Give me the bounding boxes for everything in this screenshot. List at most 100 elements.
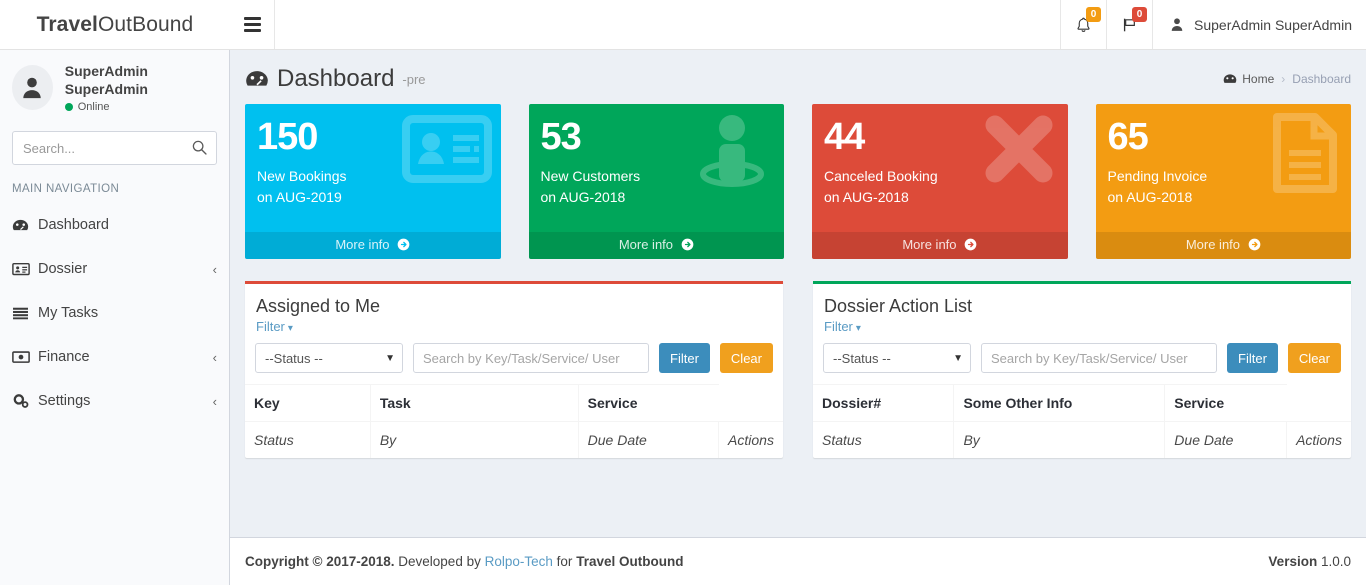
user-menu-button[interactable]: SuperAdmin SuperAdmin — [1152, 0, 1366, 49]
panels-row: Assigned to Me Filter ▾ --Status -- ▼ Se… — [245, 281, 1351, 458]
panel-filter-row: --Status -- ▼ Filter Clear — [245, 343, 783, 384]
table-body: Status By Due Date Actions — [245, 421, 783, 458]
sidebar-item-dossier[interactable]: Dossier ‹ — [0, 247, 229, 291]
brand-logo[interactable]: TravelOutBound — [0, 0, 230, 50]
info-box-canceled-booking: 44 Canceled Booking on AUG-2018 More inf… — [812, 104, 1068, 259]
dashboard-icon — [1223, 74, 1237, 83]
table-header-cell: Service — [1164, 384, 1287, 422]
footer-right: Version 1.0.0 — [1268, 554, 1351, 569]
info-box-sub: on AUG-2018 — [824, 189, 909, 205]
user-avatar-icon — [23, 77, 42, 99]
status-select-wrapper: --Status -- ▼ — [255, 343, 403, 373]
chevron-left-icon: ‹ — [212, 393, 217, 409]
flags-button[interactable]: 0 — [1106, 0, 1152, 49]
navbar-user-name: SuperAdmin SuperAdmin — [1194, 16, 1352, 33]
brand-bold: Travel — [36, 12, 98, 36]
breadcrumb: Home › Dashboard — [1223, 72, 1351, 86]
breadcrumb-current: Dashboard — [1292, 72, 1351, 86]
chevron-left-icon: ‹ — [212, 261, 217, 277]
table-cell-status: Status — [245, 421, 371, 458]
info-box-number: 65 — [1107, 116, 1149, 158]
info-box-label: New Bookings — [257, 168, 347, 184]
table-header-cell: Some Other Info — [953, 384, 1166, 422]
notifications-button[interactable]: 0 — [1060, 0, 1106, 49]
filter-button[interactable]: Filter — [659, 343, 710, 373]
more-info-label: More info — [335, 237, 390, 252]
sidebar-item-label: My Tasks — [38, 305, 99, 321]
sidebar-item-finance[interactable]: Finance ‹ — [0, 335, 229, 379]
clear-button[interactable]: Clear — [719, 343, 773, 373]
sidebar-item-label: Finance — [38, 349, 90, 365]
sidebar-item-my-tasks[interactable]: My Tasks — [0, 291, 229, 335]
page-title: Dashboard -pre — [245, 65, 1351, 93]
app-root: TravelOutBound 0 0 SuperAdmin SuperAdmin… — [0, 0, 1366, 585]
info-box-inner: 53 New Customers on AUG-2018 — [529, 104, 785, 212]
arrow-circle-right-icon — [1248, 238, 1261, 254]
sidebar-user-status-label: Online — [77, 101, 110, 113]
sidebar-user-name: SuperAdmin SuperAdmin — [64, 63, 148, 97]
table-cell-by: By — [370, 421, 579, 458]
notifications-badge: 0 — [1086, 7, 1102, 22]
arrow-circle-right-icon — [681, 238, 694, 254]
dashboard-icon — [12, 218, 38, 233]
id-card-icon — [12, 262, 38, 276]
footer-for: for — [556, 554, 573, 569]
filter-button[interactable]: Filter — [1227, 343, 1278, 373]
tasks-icon — [12, 306, 38, 321]
panel-dossier-action-list: Dossier Action List Filter ▾ --Status -- … — [813, 281, 1351, 458]
clear-button[interactable]: Clear — [1287, 343, 1341, 373]
more-info-label: More info — [1185, 237, 1241, 252]
panel-search-input[interactable] — [413, 343, 650, 373]
sidebar-user-info: SuperAdmin SuperAdmin Online — [64, 62, 219, 113]
sidebar-toggle-button[interactable] — [230, 0, 275, 49]
footer-copyright: Copyright © 2017-2018. — [245, 554, 395, 569]
gears-icon — [12, 393, 38, 409]
page-footer: Copyright © 2017-2018. Developed by Rolp… — [230, 537, 1366, 585]
dossier-action-list-table: Dossier# Some Other Info Service Status … — [813, 384, 1351, 458]
assigned-to-me-table: Key Task Service Status By Due Date Acti… — [245, 384, 783, 458]
panel-search-input[interactable] — [981, 343, 1218, 373]
sidebar-user-panel[interactable]: SuperAdmin SuperAdmin Online — [0, 50, 229, 125]
table-cell-due-date: Due Date — [1164, 421, 1288, 458]
page-subtitle: -pre — [402, 71, 426, 87]
table-header-row: Dossier# Some Other Info Service — [813, 384, 1351, 422]
more-info-link[interactable]: More info — [528, 232, 784, 259]
sidebar-item-dashboard[interactable]: Dashboard — [0, 203, 229, 247]
content-wrapper: Dashboard -pre Home › Dashboard 150 New … — [230, 50, 1366, 537]
table-cell-actions: Actions — [1286, 421, 1351, 458]
table-head: Key Task Service — [245, 384, 783, 422]
footer-developed-by: Developed by — [398, 554, 481, 569]
more-info-link[interactable]: More info — [245, 232, 501, 259]
avatar — [12, 65, 53, 110]
status-select[interactable]: --Status -- — [823, 343, 971, 373]
footer-version-value: 1.0.0 — [1320, 554, 1351, 569]
chevron-left-icon: ‹ — [212, 349, 217, 365]
status-select[interactable]: --Status -- — [255, 343, 403, 373]
panel-filter-row: --Status -- ▼ Filter Clear — [813, 343, 1351, 384]
footer-version-label: Version — [1268, 554, 1318, 569]
more-info-link[interactable]: More info — [1095, 232, 1351, 259]
panel-assigned-to-me: Assigned to Me Filter ▾ --Status -- ▼ Se… — [245, 281, 783, 458]
sidebar-item-label: Settings — [38, 393, 91, 409]
panel-filter-label: Filter — [824, 319, 853, 334]
page-title-text: Dashboard — [277, 65, 395, 92]
sidebar-item-settings[interactable]: Settings ‹ — [0, 379, 229, 423]
panel-title: Dossier Action List — [824, 296, 973, 316]
table-header-cell: Task — [370, 384, 579, 422]
more-info-link[interactable]: More info — [812, 232, 1068, 259]
info-box-number: 44 — [824, 116, 865, 158]
status-select-wrapper: --Status -- ▼ — [823, 343, 971, 373]
info-box-new-customers: 53 New Customers on AUG-2018 More info — [528, 104, 785, 259]
info-box-sub: on AUG-2018 — [1107, 189, 1193, 205]
info-box-label: Canceled Booking — [824, 168, 938, 184]
footer-dev-link[interactable]: Rolpo-Tech — [485, 554, 553, 569]
search-icon[interactable] — [191, 139, 208, 156]
info-boxes-row: 150 New Bookings on AUG-2019 More info 5… — [245, 104, 1351, 259]
panel-filter-toggle[interactable]: Filter ▾ — [824, 319, 861, 334]
flags-badge: 0 — [1132, 7, 1148, 22]
search-input[interactable] — [12, 131, 217, 165]
more-info-label: More info — [618, 237, 674, 252]
breadcrumb-home[interactable]: Home — [1223, 72, 1274, 86]
panel-filter-toggle[interactable]: Filter ▾ — [256, 319, 293, 334]
panel-filter-label: Filter — [256, 319, 285, 334]
